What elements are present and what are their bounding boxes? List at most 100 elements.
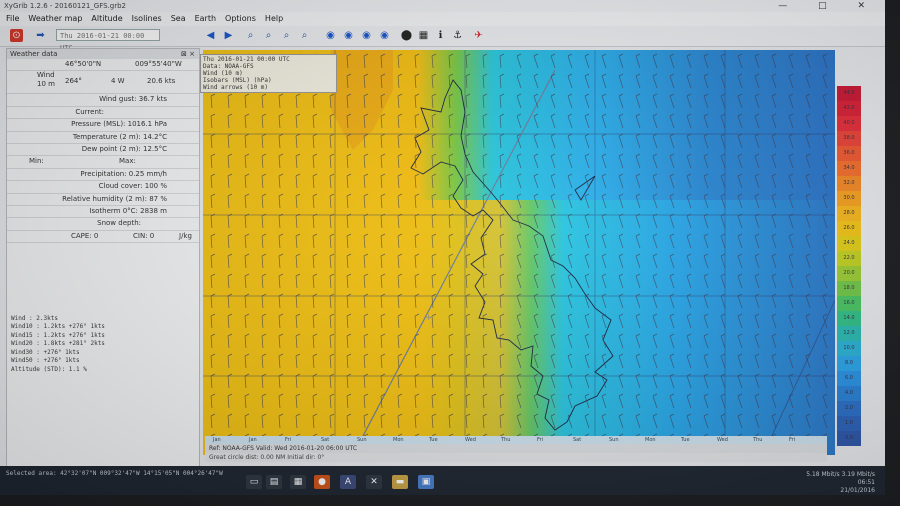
zoom-all-icon[interactable]: ⌕ [298, 29, 311, 42]
firefox-icon[interactable]: ● [314, 475, 330, 489]
wind-sector: 4 W [111, 77, 125, 86]
map-canvas[interactable]: + [203, 50, 835, 455]
anchor-icon[interactable]: ⚓ [451, 29, 464, 42]
scale-segment: 44.0 [837, 86, 861, 101]
scale-segment: 0.0 [837, 431, 861, 446]
menu-weather-map[interactable]: Weather map [28, 12, 82, 26]
wind-row: Wind 10 m 264° 4 W 20.6 kts [7, 71, 199, 95]
time-label[interactable]: Tue [429, 437, 438, 443]
time-label[interactable]: Mon [393, 437, 404, 443]
time-label[interactable]: Tue [681, 437, 690, 443]
precip-row: Precipitation: 0.25 mm/h [7, 169, 199, 182]
toolbar: ⊙ ➡ Thu 2016-01-21 00:00 UTC ◀ ▶ ⌕ ⌕ ⌕ ⌕… [0, 26, 885, 52]
time-label[interactable]: Jan [213, 437, 221, 443]
current: Current: [75, 107, 104, 116]
taskbar: Selected area: 42°32'07"N 009°32'47"W 14… [0, 466, 885, 495]
time-label[interactable]: Thu [501, 437, 510, 443]
info-line: Wind50 : +276° 1kts [11, 357, 80, 365]
min-label: Min: [29, 157, 44, 166]
time-label[interactable]: Sun [609, 437, 619, 443]
system-tray[interactable]: 5.18 Mbit/s 3.19 Mbit/s 06:51 21/01/2016 [806, 471, 875, 495]
info-line: Wind10 : 1.2kts +276° 1kts [11, 323, 105, 331]
legend-source: Data: NOAA-GFS [203, 63, 254, 70]
acrobat-icon[interactable]: A [340, 475, 356, 489]
snow-depth: Snow depth: [97, 219, 141, 228]
app-icon-x[interactable]: ✕ [366, 475, 382, 489]
scale-segment: 8.0 [837, 356, 861, 371]
menu-earth[interactable]: Earth [195, 12, 216, 26]
scale-segment: 10.0 [837, 341, 861, 356]
pin-icon[interactable]: ⬤ [400, 29, 413, 42]
time-label[interactable]: Thu [753, 437, 762, 443]
isotherm: Isotherm 0°C: 2838 m [89, 206, 167, 215]
folder-icon[interactable]: ▬ [392, 475, 408, 489]
pan-right-icon[interactable]: ◉ [342, 29, 355, 42]
scale-segment: 6.0 [837, 371, 861, 386]
time-label[interactable]: Fri [789, 437, 795, 443]
open-file-icon[interactable]: ⊙ [10, 29, 23, 42]
info-line: Wind15 : 1.2kts +276° 1kts [11, 331, 105, 339]
weather-map[interactable]: + [203, 50, 835, 455]
pan-down-icon[interactable]: ◉ [378, 29, 391, 42]
task-view-icon[interactable]: ▭ [246, 475, 262, 489]
scale-segment: 12.0 [837, 326, 861, 341]
scale-segment: 2.0 [837, 401, 861, 416]
time-label[interactable]: Mon [645, 437, 656, 443]
time-label[interactable]: Jan [249, 437, 257, 443]
legend-arrows: Wind arrows (10 m) [203, 84, 269, 91]
time-label[interactable]: Fri [285, 437, 291, 443]
clock-time: 06:51 [857, 479, 875, 486]
title-bar: XyGrib 1.2.6 - 20160121_GFS.grb2 — □ ✕ [0, 0, 885, 12]
pan-left-icon[interactable]: ◉ [324, 29, 337, 42]
info-line: Wind20 : 1.8kts +281° 2kts [11, 340, 105, 348]
next-icon[interactable]: ▶ [222, 29, 235, 42]
time-label[interactable]: Sat [321, 437, 329, 443]
menu-sea[interactable]: Sea [171, 12, 186, 26]
zoom-out-icon[interactable]: ⌕ [262, 29, 275, 42]
scale-segment: 4.0 [837, 386, 861, 401]
snow-row: Snow depth: [7, 218, 199, 231]
cin: CIN: 0 [133, 231, 155, 240]
scale-segment: 26.0 [837, 221, 861, 236]
date-selector[interactable]: Thu 2016-01-21 00:00 UTC [56, 29, 160, 52]
boat-icon[interactable]: ✈ [472, 29, 485, 42]
time-label[interactable]: Wed [717, 437, 728, 443]
scale-segment: 42.0 [837, 101, 861, 116]
color-scale: 44.0 42.0 40.0 38.0 36.0 34.0 32.0 30.0 28.0 26.0… [837, 86, 861, 446]
scale-segment: 34.0 [837, 161, 861, 176]
panel-close-icon[interactable]: ⊠ × [181, 49, 195, 59]
meteogram-icon[interactable]: ▦ [417, 29, 430, 42]
wind-label: Wind 10 m [37, 71, 55, 89]
humidity-row: Relative humidity (2 m): 87 % [7, 194, 199, 206]
zoom-in-icon[interactable]: ⌕ [244, 29, 257, 42]
time-label[interactable]: Sat [573, 437, 581, 443]
cape-row: CAPE: 0 CIN: 0 J/kg [7, 231, 199, 244]
window-controls[interactable]: — □ ✕ [778, 0, 879, 12]
explorer-icon[interactable]: ▤ [266, 475, 282, 489]
legend-isobars: Isobars (MSL) (hPa) [203, 77, 272, 84]
menu-file[interactable]: File [6, 12, 19, 26]
time-label[interactable]: Sun [357, 437, 367, 443]
time-slider[interactable]: Jan Jan Fri Sat Sun Mon Tue Wed Thu Fri Sat Sun Mon T… [205, 436, 827, 444]
weather-data-panel: Weather data ⊠ × 46°50'0"N 009°55'40"W W… [6, 48, 200, 478]
arrow-right-icon[interactable]: ➡ [34, 29, 47, 42]
pan-up-icon[interactable]: ◉ [360, 29, 373, 42]
zoom-area-icon[interactable]: ⌕ [280, 29, 293, 42]
store-icon[interactable]: ▦ [290, 475, 306, 489]
menu-help[interactable]: Help [265, 12, 283, 26]
scale-segment: 28.0 [837, 206, 861, 221]
time-label[interactable]: Wed [465, 437, 476, 443]
cape: CAPE: 0 [71, 231, 99, 240]
precipitation: Precipitation: 0.25 mm/h [80, 169, 167, 178]
menu-altitude[interactable]: Altitude [91, 12, 122, 26]
info-icon[interactable]: ℹ [434, 29, 447, 42]
xygrib-icon[interactable]: ▣ [418, 475, 434, 489]
scale-segment: 16.0 [837, 296, 861, 311]
map-legend: Thu 2016-01-21 00:00 UTC Data: NOAA-GFS … [200, 54, 337, 93]
previous-icon[interactable]: ◀ [204, 29, 217, 42]
menu-options[interactable]: Options [225, 12, 256, 26]
screen: XyGrib 1.2.6 - 20160121_GFS.grb2 — □ ✕ F… [0, 0, 885, 495]
menu-isolines[interactable]: Isolines [132, 12, 162, 26]
status-bar-2: Great circle dist: 0.00 NM Initial dir: … [205, 453, 827, 462]
time-label[interactable]: Fri [537, 437, 543, 443]
